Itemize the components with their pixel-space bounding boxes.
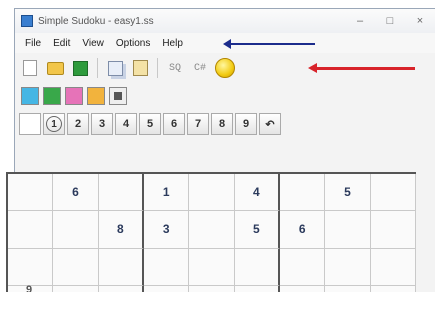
sudoku-cell[interactable]	[370, 248, 416, 286]
number-toolbar: 1 2 3 4 5 6 7 8 9 ↶	[15, 109, 435, 139]
number-button-6[interactable]: 6	[163, 113, 185, 135]
sudoku-cell[interactable]	[279, 174, 326, 212]
save-button[interactable]	[69, 57, 91, 79]
save-icon	[72, 60, 88, 76]
paste-icon	[132, 60, 148, 76]
sudoku-cell[interactable]	[8, 211, 54, 249]
number-button-5[interactable]: 5	[139, 113, 161, 135]
hint-button[interactable]	[214, 57, 236, 79]
number-button-2[interactable]: 2	[67, 113, 89, 135]
sudoku-cell[interactable]	[189, 248, 235, 286]
sudoku-cell[interactable]: 6	[279, 211, 326, 249]
sudoku-cell[interactable]	[98, 248, 144, 286]
new-icon	[23, 60, 37, 76]
main-toolbar: SQ C#	[15, 53, 435, 83]
torn-edge	[0, 292, 435, 320]
sudoku-cell[interactable]	[279, 248, 326, 286]
blue-arrow-annotation	[223, 39, 315, 49]
app-icon	[21, 15, 33, 27]
window-title: Simple Sudoku - easy1.ss	[38, 15, 154, 27]
sudoku-board: 614583567 9	[6, 172, 416, 312]
number-button-3[interactable]: 3	[91, 113, 113, 135]
number-button-7[interactable]: 7	[187, 113, 209, 135]
copy-button[interactable]	[104, 57, 126, 79]
menu-view[interactable]: View	[76, 38, 110, 49]
color-swatch-green[interactable]	[43, 87, 61, 105]
new-button[interactable]	[19, 57, 41, 79]
sudoku-cell[interactable]: 3	[143, 211, 190, 249]
close-button[interactable]: ×	[405, 15, 435, 27]
toolbar-separator	[97, 58, 98, 78]
number-button-9[interactable]: 9	[235, 113, 257, 135]
sudoku-cell[interactable]	[234, 248, 280, 286]
window-controls: – □ ×	[345, 15, 435, 27]
sudoku-cell[interactable]	[53, 248, 99, 286]
sudoku-cell[interactable]: 5	[325, 174, 371, 212]
square-icon	[114, 92, 122, 100]
color-swatch-pink[interactable]	[65, 87, 83, 105]
sudoku-cell[interactable]	[325, 248, 371, 286]
menu-bar: File Edit View Options Help	[15, 33, 435, 53]
red-arrow-annotation	[308, 63, 415, 73]
color-swatch-blue[interactable]	[21, 87, 39, 105]
sudoku-cell[interactable]	[53, 211, 99, 249]
sudoku-cell[interactable]: 4	[234, 174, 280, 212]
c-sharp-button[interactable]: C#	[189, 57, 211, 79]
sudoku-cell[interactable]	[370, 174, 416, 212]
sudoku-cell[interactable]	[325, 211, 371, 249]
number-button-4[interactable]: 4	[115, 113, 137, 135]
color-toolbar	[15, 83, 435, 109]
open-folder-icon	[46, 61, 64, 75]
sudoku-cell[interactable]	[143, 248, 190, 286]
copy-icon	[107, 60, 123, 76]
paste-button[interactable]	[129, 57, 151, 79]
circled-number: 1	[46, 116, 62, 132]
clear-color-button[interactable]	[109, 87, 127, 105]
maximize-button[interactable]: □	[375, 15, 405, 27]
sudoku-cell[interactable]	[8, 174, 54, 212]
number-button-1[interactable]: 1	[43, 113, 65, 135]
sq-button[interactable]: SQ	[164, 57, 186, 79]
sudoku-cell[interactable]: 5	[234, 211, 280, 249]
sudoku-cell[interactable]	[189, 174, 235, 212]
sudoku-cell[interactable]	[370, 211, 416, 249]
hint-icon	[215, 58, 235, 78]
menu-edit[interactable]: Edit	[47, 38, 76, 49]
undo-icon: ↶	[265, 118, 275, 131]
menu-options[interactable]: Options	[110, 38, 156, 49]
sudoku-cell[interactable]: 8	[98, 211, 144, 249]
menu-file[interactable]: File	[19, 38, 47, 49]
blank-number-button[interactable]	[19, 113, 41, 135]
sudoku-cell[interactable]: 1	[143, 174, 190, 212]
number-button-8[interactable]: 8	[211, 113, 233, 135]
sudoku-grid: 614583567	[6, 172, 416, 312]
menu-help[interactable]: Help	[156, 38, 189, 49]
sudoku-cell[interactable]	[8, 248, 54, 286]
undo-button[interactable]: ↶	[259, 113, 281, 135]
toolbar-separator	[157, 58, 158, 78]
open-button[interactable]	[44, 57, 66, 79]
sudoku-cell[interactable]	[98, 174, 144, 212]
color-swatch-orange[interactable]	[87, 87, 105, 105]
minimize-button[interactable]: –	[345, 15, 375, 27]
title-bar: Simple Sudoku - easy1.ss – □ ×	[15, 9, 435, 33]
sudoku-cell[interactable]	[189, 211, 235, 249]
sudoku-cell[interactable]: 6	[53, 174, 99, 212]
